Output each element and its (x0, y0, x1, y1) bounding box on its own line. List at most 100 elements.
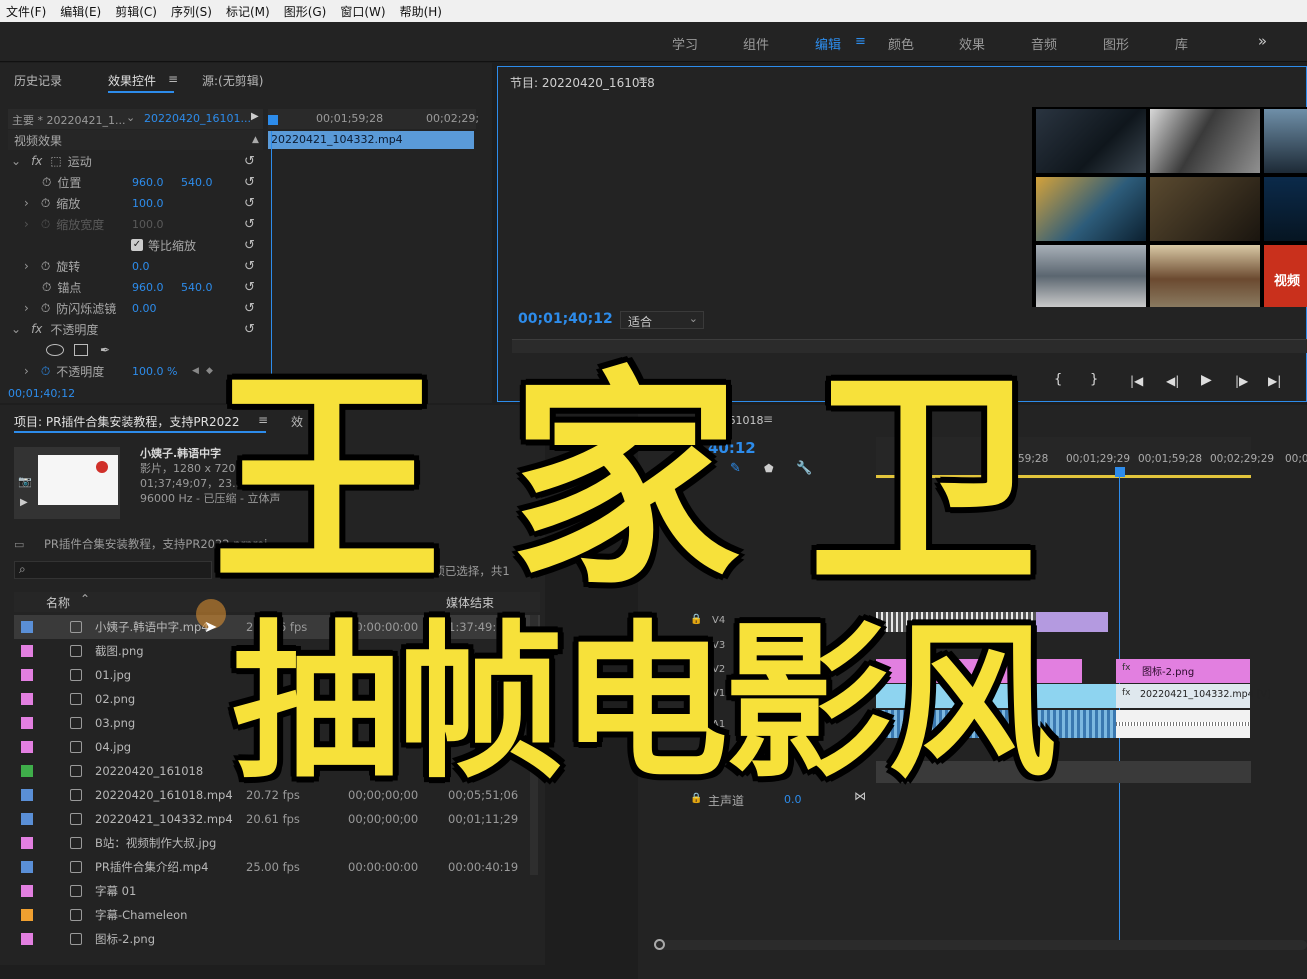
menu-window[interactable]: 窗口(W) (340, 3, 385, 20)
stopwatch-icon[interactable]: ⏱ (42, 280, 51, 295)
color-label-swatch[interactable] (21, 933, 33, 945)
position-x[interactable]: 960.0 (132, 176, 164, 189)
reset-icon[interactable]: ↺ (244, 175, 255, 190)
reset-icon[interactable]: ↺ (244, 322, 255, 337)
reset-icon[interactable]: ↺ (244, 280, 255, 295)
opacity-section-row[interactable]: ⌄ fx 不透明度 ↺ (8, 319, 263, 339)
reset-icon[interactable]: ↺ (244, 154, 255, 169)
flicker-value[interactable]: 0.00 (132, 302, 157, 315)
scale-row[interactable]: › ⏱ 缩放 100.0 ↺ (8, 193, 263, 213)
menu-marker[interactable]: 标记(M) (226, 3, 270, 20)
video-frame[interactable]: 视频 (1032, 107, 1307, 307)
mark-in-icon[interactable]: { (1054, 372, 1062, 387)
anchor-y[interactable]: 540.0 (181, 281, 213, 294)
list-item[interactable]: 字幕 01 (14, 879, 540, 903)
timeline-scrollbar[interactable] (654, 939, 1307, 950)
workspace-assembly[interactable]: 组件 (743, 34, 769, 53)
go-to-out-icon[interactable]: ▶| (1268, 374, 1281, 388)
chevron-down-icon[interactable]: ⌄ (126, 111, 135, 124)
list-item[interactable]: 字幕-Chameleon (14, 903, 540, 927)
clip-v1-selected[interactable]: fx 20220421_104332.mp4 [V] (1116, 684, 1271, 708)
ellipse-mask-icon[interactable] (46, 344, 64, 356)
fit-dropdown[interactable]: 适合 ⌄ (620, 311, 704, 329)
workspace-editing[interactable]: 编辑 (815, 34, 841, 53)
workspace-learn[interactable]: 学习 (672, 34, 698, 53)
color-label-swatch[interactable] (21, 669, 33, 681)
stopwatch-icon[interactable]: ⏱ (41, 196, 50, 211)
panel-menu-icon[interactable]: ≡ (638, 73, 648, 87)
workspace-effects[interactable]: 效果 (959, 34, 985, 53)
tab-source[interactable]: 源:(无剪辑) (202, 72, 263, 89)
reset-icon[interactable]: ↺ (244, 238, 255, 253)
color-label-swatch[interactable] (21, 621, 33, 633)
anchor-x[interactable]: 960.0 (132, 281, 164, 294)
scroll-handle[interactable] (654, 939, 665, 950)
collapse-up-icon[interactable]: ▲ (252, 135, 259, 145)
menu-edit[interactable]: 编辑(E) (60, 3, 101, 20)
opacity-value[interactable]: 100.0 % (132, 365, 177, 378)
workspace-color[interactable]: 颜色 (888, 34, 914, 53)
mark-out-icon[interactable]: } (1090, 372, 1098, 387)
uniform-scale-checkbox[interactable]: ✓ (131, 239, 143, 251)
stopwatch-icon[interactable]: ⏱ (42, 175, 51, 190)
clip-selector[interactable]: 主要 * 20220421_1... ⌄ 20220420_16101... ▶ (8, 109, 263, 129)
color-label-swatch[interactable] (21, 789, 33, 801)
motion-row[interactable]: ⌄ fx ⬚ 运动 ↺ (8, 151, 263, 171)
menu-clip[interactable]: 剪辑(C) (115, 3, 157, 20)
play-icon[interactable]: ▶ (1201, 372, 1212, 388)
color-label-swatch[interactable] (21, 909, 33, 921)
workspace-audio[interactable]: 音频 (1031, 34, 1057, 53)
play-triangle-icon[interactable]: ▶ (251, 111, 259, 122)
color-label-swatch[interactable] (21, 837, 33, 849)
position-y[interactable]: 540.0 (181, 176, 213, 189)
step-forward-icon[interactable]: |▶ (1235, 374, 1248, 388)
stopwatch-icon[interactable]: ⏱ (41, 364, 50, 379)
color-label-swatch[interactable] (21, 693, 33, 705)
uniform-scale-row[interactable]: ✓ 等比缩放 ↺ (8, 235, 263, 255)
stopwatch-icon[interactable]: ⏱ (41, 259, 50, 274)
workspace-menu-icon[interactable]: ≡ (855, 34, 866, 49)
preview-thumbnail[interactable]: 📷 ▶ (14, 447, 120, 519)
color-label-swatch[interactable] (21, 765, 33, 777)
program-monitor-title[interactable]: 节目: 20220420_161018 (510, 74, 655, 91)
scale-value[interactable]: 100.0 (132, 197, 164, 210)
timeline-playhead-handle[interactable] (1115, 467, 1125, 477)
menu-file[interactable]: 文件(F) (6, 3, 46, 20)
panel-menu-icon[interactable]: ≡ (168, 72, 178, 86)
go-to-in-icon[interactable]: |◀ (1130, 374, 1143, 388)
list-item[interactable]: PR插件合集介绍.mp4 25.00 fps 00:00:00:00 00:00:40… (14, 855, 540, 879)
color-label-swatch[interactable] (21, 645, 33, 657)
camera-icon[interactable]: 📷 (18, 475, 32, 488)
step-back-icon[interactable]: ◀| (1166, 374, 1179, 388)
ec-clip-bar[interactable]: 20220421_104332.mp4 (268, 131, 474, 149)
color-label-swatch[interactable] (21, 813, 33, 825)
flicker-row[interactable]: › ⏱ 防闪烁滤镜 0.00 ↺ (8, 298, 263, 318)
column-name-header[interactable]: 名称 (46, 594, 70, 611)
reset-icon[interactable]: ↺ (244, 301, 255, 316)
project-search-input[interactable]: ⌕ (14, 561, 212, 579)
sort-up-icon[interactable]: ⌃ (80, 592, 90, 606)
tab-history[interactable]: 历史记录 (14, 72, 62, 89)
rotation-value[interactable]: 0.0 (132, 260, 150, 273)
play-triangle-icon[interactable]: ▶ (20, 497, 28, 508)
menu-sequence[interactable]: 序列(S) (171, 3, 212, 20)
color-label-swatch[interactable] (21, 885, 33, 897)
reset-icon[interactable]: ↺ (244, 259, 255, 274)
more-workspaces-icon[interactable]: » (1258, 32, 1267, 50)
tab-project[interactable]: 项目: PR插件合集安装教程，支持PR2022 (14, 413, 240, 430)
position-row[interactable]: ⏱ 位置 960.0 540.0 ↺ (8, 172, 263, 192)
ec-timecode[interactable]: 00;01;40;12 (8, 387, 75, 400)
color-label-swatch[interactable] (21, 741, 33, 753)
list-item[interactable]: B站：视频制作大叔.jpg (14, 831, 540, 855)
sequence-clip-label[interactable]: 20220420_16101... (144, 112, 251, 125)
stopwatch-icon[interactable]: ⏱ (41, 301, 50, 316)
rectangle-mask-icon[interactable] (74, 344, 88, 356)
list-item[interactable]: 图标-2.png (14, 927, 540, 951)
menu-graphics[interactable]: 图形(G) (284, 3, 327, 20)
reset-icon[interactable]: ↺ (244, 196, 255, 211)
clip-icon-png[interactable]: fx 图标-2.png (1116, 659, 1250, 683)
playhead-marker[interactable] (268, 115, 278, 125)
rotation-row[interactable]: › ⏱ 旋转 0.0 ↺ (8, 256, 263, 276)
anchor-row[interactable]: ⏱ 锚点 960.0 540.0 ↺ (8, 277, 263, 297)
menu-help[interactable]: 帮助(H) (400, 3, 442, 20)
